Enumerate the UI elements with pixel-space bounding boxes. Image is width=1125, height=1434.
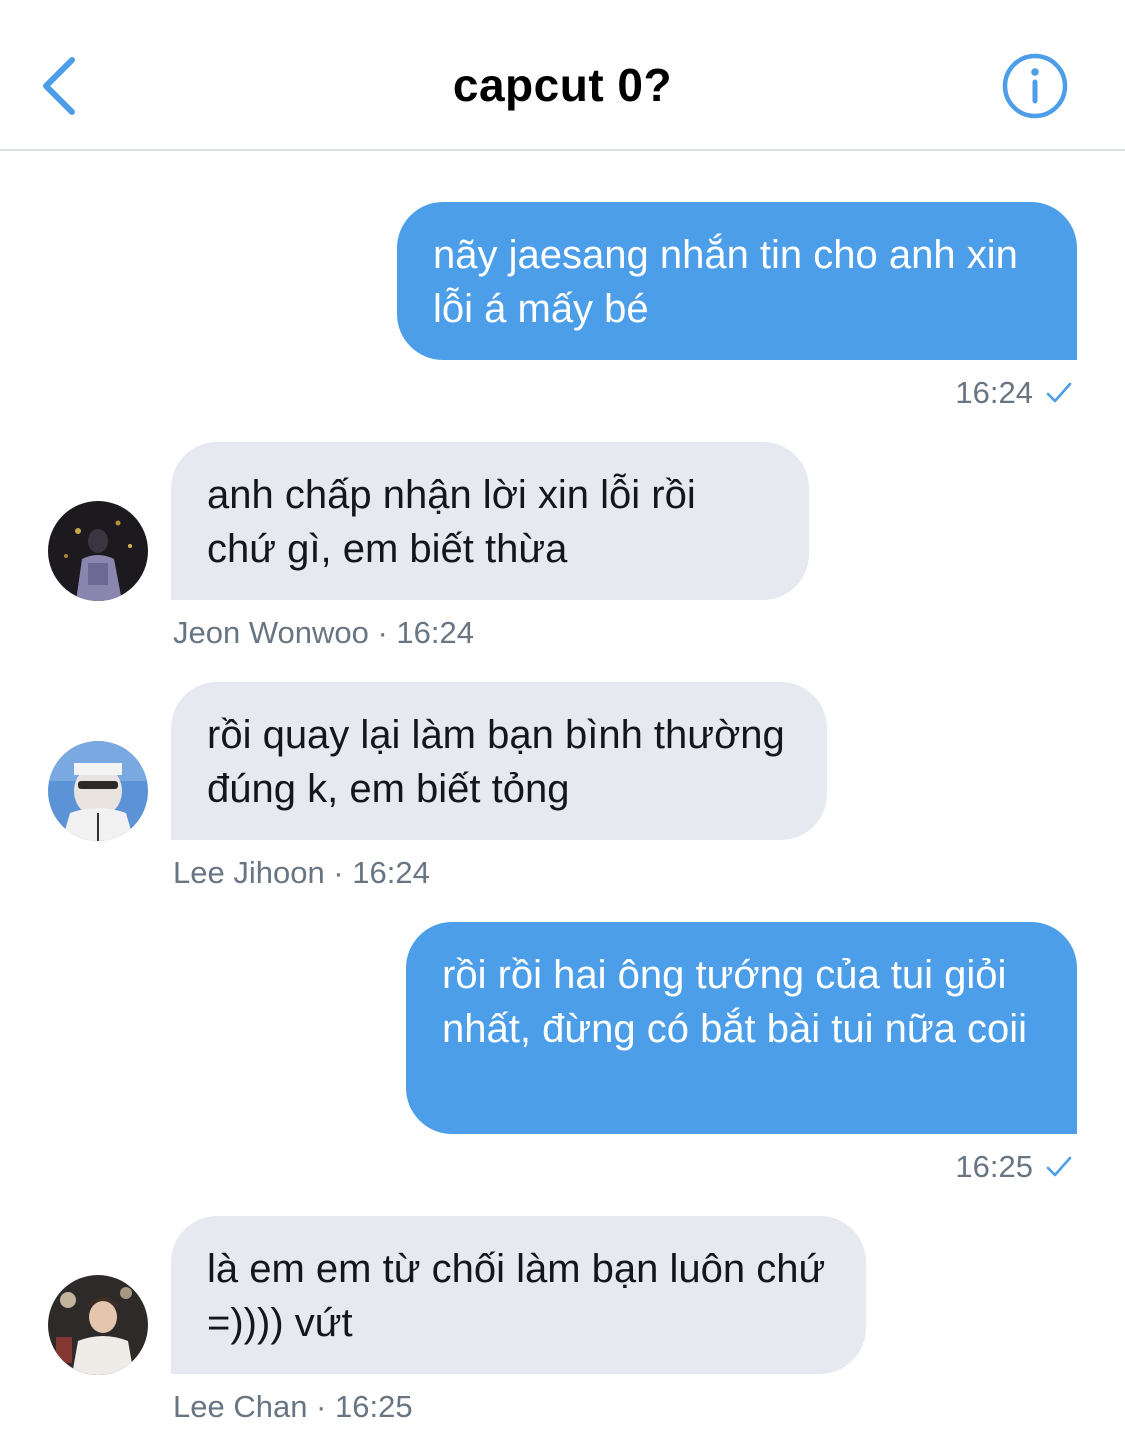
message-text: là em em từ chối làm bạn luôn chứ =)))) … (207, 1247, 826, 1345)
check-icon (1046, 1156, 1072, 1177)
message-meta: 16:24 (955, 375, 1073, 411)
avatar-image (48, 741, 148, 841)
message-meta: 16:25 (955, 1149, 1073, 1185)
avatar[interactable] (48, 501, 148, 601)
message-bubble-outgoing[interactable]: nãy jaesang nhắn tin cho anh xin lỗi á m… (397, 202, 1077, 360)
message-text: anh chấp nhận lời xin lỗi rồi chứ gì, em… (207, 473, 696, 571)
avatar-image (48, 501, 148, 601)
message-text: nãy jaesang nhắn tin cho anh xin lỗi á m… (433, 233, 1018, 331)
message-meta: Lee Jihoon · 16:24 (173, 855, 430, 890)
message-time: 16:24 (955, 375, 1033, 410)
message-bubble-incoming[interactable]: là em em từ chối làm bạn luôn chứ =)))) … (171, 1216, 866, 1374)
avatar[interactable] (48, 1275, 148, 1375)
avatar[interactable] (48, 741, 148, 841)
conversation-title: capcut 0? (452, 59, 673, 111)
conversation-info-button[interactable] (1001, 52, 1069, 120)
message-text: rồi quay lại làm bạn bình thường đúng k,… (207, 713, 785, 811)
conversation-header: capcut 0? (0, 0, 1125, 151)
message-bubble-incoming[interactable]: anh chấp nhận lời xin lỗi rồi chứ gì, em… (171, 442, 809, 600)
message-bubble-incoming[interactable]: rồi quay lại làm bạn bình thường đúng k,… (171, 682, 827, 840)
message-meta: Lee Chan · 16:25 (173, 1389, 413, 1424)
avatar-image (48, 1275, 148, 1375)
message-meta: Jeon Wonwoo · 16:24 (173, 615, 475, 650)
info-icon (1002, 53, 1068, 119)
message-text: rồi rồi hai ông tướng của tui giỏi nhất,… (442, 953, 1028, 1051)
check-icon (1046, 382, 1072, 403)
message-bubble-outgoing[interactable]: rồi rồi hai ông tướng của tui giỏi nhất,… (406, 922, 1077, 1134)
message-time: 16:25 (955, 1149, 1033, 1184)
